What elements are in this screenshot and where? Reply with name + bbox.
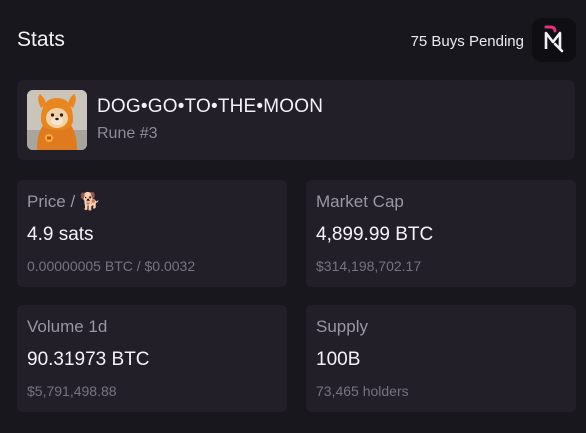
price-card: Price / 🐕 4.9 sats 0.00000005 BTC / $0.0… <box>17 180 287 287</box>
volume-label: Volume 1d <box>27 317 108 336</box>
supply-card: Supply 100B 73,465 holders <box>306 305 576 412</box>
supply-label: Supply <box>316 317 368 336</box>
supply-value: 100B <box>316 349 361 370</box>
price-value: 4.9 sats <box>27 224 94 245</box>
price-label: Price / 🐕 <box>27 192 102 211</box>
rune-name: DOG•GO•TO•THE•MOON <box>97 96 324 117</box>
volume-card: Volume 1d 90.31973 BTC $5,791,498.88 <box>17 305 287 412</box>
m-logo-icon <box>544 25 564 53</box>
market-cap-value: 4,899.99 BTC <box>316 224 434 245</box>
dog-in-orange-hoodie-image <box>27 90 87 150</box>
buys-pending-status[interactable]: 75 Buys Pending <box>411 33 524 50</box>
rune-thumbnail <box>27 90 87 150</box>
volume-value: 90.31973 BTC <box>27 349 150 370</box>
marketplace-logo-button[interactable] <box>532 18 576 62</box>
supply-holders: 73,465 holders <box>316 383 409 399</box>
stats-panel: Stats 75 Buys Pending DOG•GO•TO•THE•MOON… <box>0 0 586 433</box>
market-cap-label: Market Cap <box>316 192 404 211</box>
page-title: Stats <box>17 28 65 51</box>
rune-number: Rune #3 <box>97 125 158 142</box>
market-cap-subvalue: $314,198,702.17 <box>316 258 422 274</box>
rune-card[interactable]: DOG•GO•TO•THE•MOON Rune #3 <box>17 80 575 160</box>
price-subvalue: 0.00000005 BTC / $0.0032 <box>27 258 196 274</box>
volume-subvalue: $5,791,498.88 <box>27 383 117 399</box>
market-cap-card: Market Cap 4,899.99 BTC $314,198,702.17 <box>306 180 576 287</box>
